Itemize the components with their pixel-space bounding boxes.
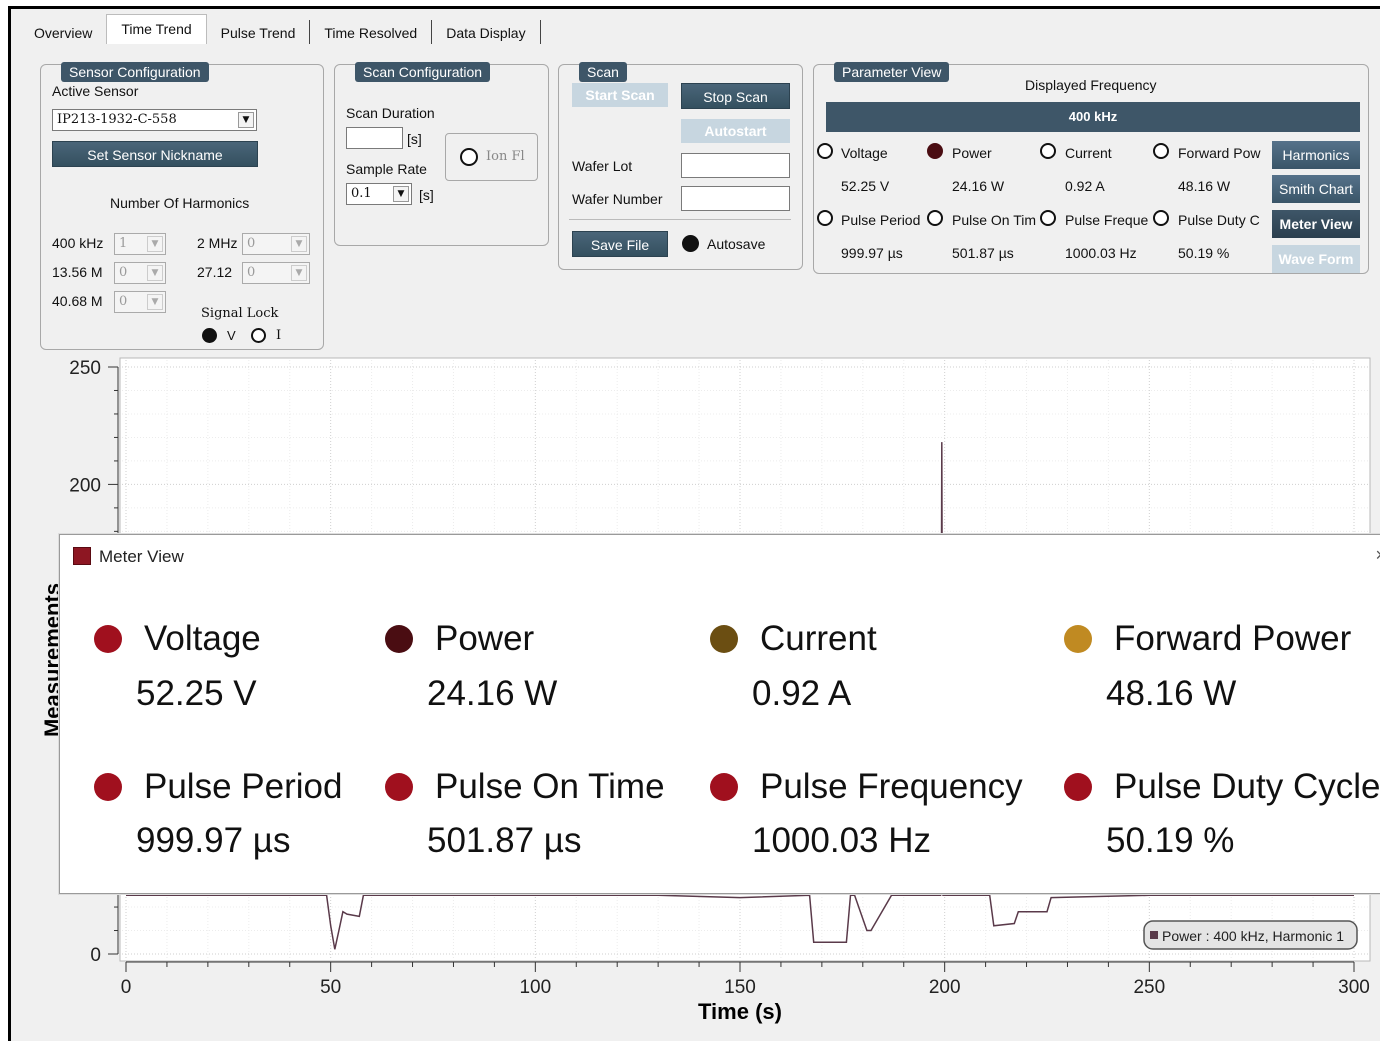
x-tick-label: 300 — [1338, 977, 1370, 998]
chart-legend[interactable]: Power : 400 kHz, Harmonic 1 — [1143, 920, 1358, 950]
meter-item-value: 999.97 µs — [136, 821, 291, 860]
x-tick-label: 150 — [724, 977, 756, 998]
app-icon — [73, 547, 91, 565]
meter-item-value: 1000.03 Hz — [752, 821, 932, 860]
meter-item-name: Voltage — [144, 619, 261, 658]
meter-view-window: Meter View × Voltage 52.25 V Power 24.16 W C… — [59, 534, 1380, 894]
meter-item-value: 52.25 V — [136, 674, 257, 713]
meter-item-value: 48.16 W — [1106, 674, 1237, 713]
meter-indicator-icon — [94, 625, 122, 653]
y-tick-label: 0 — [90, 945, 101, 966]
meter-indicator-icon — [1064, 773, 1092, 801]
legend-label: Power : 400 kHz, Harmonic 1 — [1162, 928, 1344, 944]
x-tick-label: 200 — [929, 977, 961, 998]
x-tick-label: 0 — [121, 977, 132, 998]
meter-item-name: Forward Power — [1114, 619, 1352, 658]
x-tick-label: 250 — [1133, 977, 1165, 998]
meter-item-value: 501.87 µs — [427, 821, 582, 860]
legend-swatch — [1150, 931, 1158, 939]
meter-item-value: 24.16 W — [427, 674, 558, 713]
meter-indicator-icon — [710, 625, 738, 653]
meter-indicator-icon — [710, 773, 738, 801]
meter-item-name: Power — [435, 619, 535, 658]
meter-item-name: Pulse Duty Cycle — [1114, 767, 1380, 806]
meter-view-title: Meter View — [99, 547, 184, 566]
meter-item-name: Pulse Frequency — [760, 767, 1023, 806]
y-tick-label: 200 — [69, 475, 101, 496]
meter-item-value: 0.92 A — [752, 674, 852, 713]
meter-item-value: 50.19 % — [1106, 821, 1235, 860]
meter-item-name: Pulse Period — [144, 767, 343, 806]
meter-indicator-icon — [385, 625, 413, 653]
meter-indicator-icon — [1064, 625, 1092, 653]
meter-item-name: Current — [760, 619, 877, 658]
meter-view-titlebar[interactable]: Meter View × — [60, 535, 1380, 579]
x-axis-label: Time (s) — [698, 999, 782, 1024]
meter-item-name: Pulse On Time — [435, 767, 665, 806]
close-icon[interactable]: × — [1375, 545, 1380, 566]
x-tick-label: 100 — [519, 977, 551, 998]
y-tick-label: 250 — [69, 358, 101, 379]
x-tick-label: 50 — [320, 977, 341, 998]
meter-indicator-icon — [94, 773, 122, 801]
meter-indicator-icon — [385, 773, 413, 801]
